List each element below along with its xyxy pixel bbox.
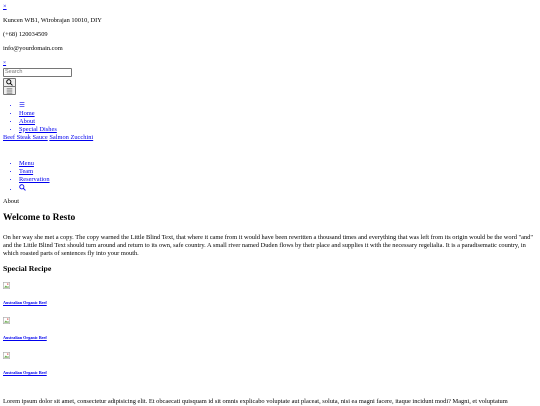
intro-paragraph: On her way she met a copy. The copy warn… <box>3 234 533 257</box>
hamburger-icon <box>6 88 13 93</box>
hamburger-icon <box>19 102 25 107</box>
submenu-item-beef-steak[interactable]: Beef Steak Sauce <box>3 134 48 141</box>
broken-image-icon <box>3 352 10 359</box>
nav-item-team[interactable]: Team <box>19 168 33 175</box>
search-icon <box>6 79 13 86</box>
close-icon[interactable]: × <box>3 3 7 11</box>
nav-item-about[interactable]: About <box>19 118 35 125</box>
breadcrumb: About <box>3 198 19 205</box>
main-nav: Home About Special Dishes Beef Steak Sau… <box>3 102 93 142</box>
search-icon <box>19 183 26 191</box>
submenu-item-salmon-zucchini[interactable]: Salmon Zucchini <box>49 134 93 141</box>
recipe-link[interactable]: Australian Organic Beef <box>3 335 47 340</box>
contact-address: Kuncen WB1, Wirobrajan 10010, DIY <box>3 17 102 24</box>
special-recipe-heading: Special Recipe <box>3 264 52 273</box>
special-dishes-submenu: Beef Steak Sauce Salmon Zucchini <box>3 134 93 142</box>
broken-image-icon <box>3 317 10 324</box>
search-input[interactable]: Search <box>3 68 72 77</box>
contact-email: info@yourdomain.com <box>3 45 63 52</box>
nav-item-search[interactable] <box>19 183 50 194</box>
recipe-link[interactable]: Australian Organic Beef <box>3 370 47 375</box>
broken-image-icon <box>3 282 10 289</box>
nav-item-menu-toggle[interactable] <box>19 102 93 110</box>
contact-phone: (+68) 120034509 <box>3 31 48 38</box>
nav-item-home[interactable]: Home <box>19 110 35 117</box>
search-close-icon[interactable]: × <box>3 59 6 67</box>
nav-item-reservation[interactable]: Reservation <box>19 176 50 183</box>
recipe-link[interactable]: Australian Organic Beef <box>3 300 47 305</box>
secondary-nav: Menu Team Reservation <box>3 160 50 194</box>
menu-toggle-button[interactable] <box>3 86 16 95</box>
nav-item-menu[interactable]: Menu <box>19 160 34 167</box>
page-title: Welcome to Resto <box>3 213 76 223</box>
nav-item-special-dishes[interactable]: Special Dishes <box>19 126 57 133</box>
